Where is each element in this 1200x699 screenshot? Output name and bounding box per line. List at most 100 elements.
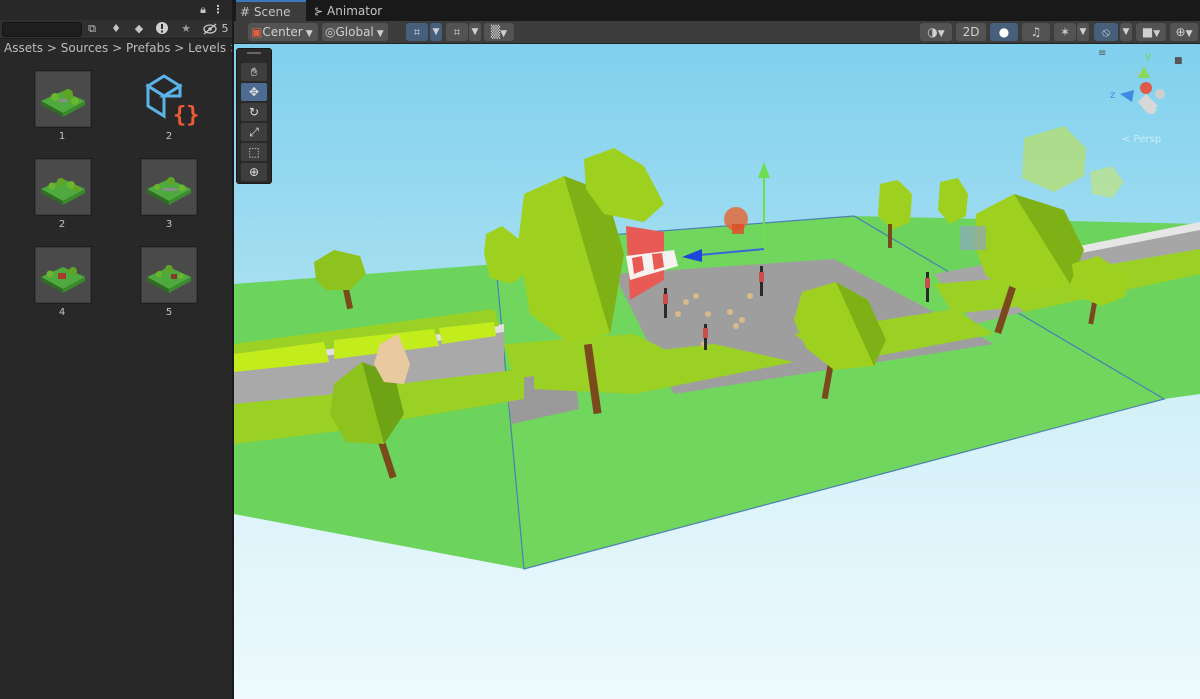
rotate-tool-button[interactable]: ↻ (241, 103, 267, 121)
breadcrumb-item[interactable]: Sources (61, 41, 108, 55)
chevron-down-icon: ▼ (1185, 29, 1193, 39)
increment-snap-menu[interactable]: ▼ (469, 23, 481, 41)
search-input[interactable] (2, 22, 82, 37)
space-label: Global (335, 25, 374, 39)
asset-label: 5 (165, 307, 173, 318)
chevron-down-icon: ▼ (1153, 29, 1161, 39)
2d-label: 2D (962, 25, 980, 39)
pivot-icon: ▣ (251, 25, 263, 39)
axis-z-label: z (1110, 90, 1116, 101)
animator-icon: ⊱ (314, 5, 324, 18)
grid-visibility-dropdown[interactable]: ▒▼ (484, 23, 514, 41)
rotate-icon: ↻ (248, 105, 260, 119)
effects-menu[interactable]: ▼ (1077, 23, 1089, 41)
globe-icon: ◎ (325, 25, 336, 39)
pivot-dropdown[interactable]: ▣Center ▼ (248, 23, 318, 41)
level-prefab-thumbnail[interactable] (140, 158, 198, 216)
chevron-down-icon: ▼ (471, 27, 479, 37)
chevron-down-icon: ▼ (376, 29, 384, 39)
effects-toggle[interactable]: ✶ (1054, 23, 1076, 41)
kebab-menu-icon[interactable]: ⋮ (212, 3, 224, 17)
pivot-label: Center (262, 25, 303, 39)
breadcrumb-separator: > (112, 41, 126, 55)
hand-icon: ✋︎ (250, 65, 258, 79)
rect-tool-button[interactable]: ⬚ (241, 143, 267, 161)
level-prefab-thumbnail[interactable] (34, 158, 92, 216)
snap-grid-icon: ⌗ (453, 25, 461, 39)
filter-by-type-icon[interactable]: ♦ (108, 22, 124, 36)
shaded-sphere-icon: ◑ (927, 25, 938, 39)
asset-label: 3 (165, 219, 173, 230)
light-bulb-icon: ● (998, 25, 1010, 39)
breadcrumb: Assets > Sources > Prefabs > Levels > L (0, 39, 232, 57)
rect-icon: ⬚ (248, 145, 260, 159)
project-panel-header: 🔒︎ ⋮ (0, 0, 232, 20)
project-panel: 🔒︎ ⋮ ⧉ ♦ ◆ ★ 5 Assets > Sources > Prefab… (0, 0, 232, 699)
warning-icon[interactable] (154, 21, 170, 39)
asset-label: 2 (58, 219, 66, 230)
space-dropdown[interactable]: ◎Global ▼ (322, 23, 388, 41)
breadcrumb-item[interactable]: Levels (188, 41, 226, 55)
2d-toggle[interactable]: 2D (956, 23, 986, 41)
scene-render (234, 44, 1200, 699)
axis-y-label: y (1145, 51, 1151, 62)
svg-text:{}: {} (173, 103, 198, 128)
tab-label: Scene (253, 5, 291, 19)
breadcrumb-item[interactable]: Prefabs (126, 41, 171, 55)
gizmo-menu-icon[interactable]: ≡ (1098, 48, 1106, 59)
chevron-down-icon: ▼ (305, 29, 313, 39)
hand-tool-button[interactable]: ✋︎ (241, 63, 267, 81)
projection-label[interactable]: < Persp (1122, 134, 1161, 145)
hidden-eye-icon[interactable] (202, 22, 218, 40)
chevron-down-icon: ▼ (1122, 27, 1130, 37)
scale-tool-button[interactable]: ⤢ (241, 123, 267, 141)
chevron-down-icon: ▼ (500, 29, 508, 39)
lock-icon[interactable]: 🔒︎ (196, 3, 210, 17)
gizmos-dropdown[interactable]: ⊕▼ (1170, 23, 1198, 41)
move-tool-button[interactable]: ✥ (241, 83, 267, 101)
hidden-count: 5 (221, 22, 229, 35)
draw-mode-dropdown[interactable]: ◑▼ (920, 23, 952, 41)
breadcrumb-item[interactable]: Assets (4, 41, 43, 55)
scene-visibility-toggle[interactable]: ⦸ (1094, 23, 1118, 41)
lighting-toggle[interactable]: ● (990, 23, 1018, 41)
tools-overlay: ✋︎ ✥ ↻ ⤢ ⬚ ⊕ (236, 48, 272, 184)
grid-visibility-icon: ▒ (490, 25, 501, 39)
grid-snap-icon: ⌗ (413, 25, 421, 39)
hidden-eye-icon: ⦸ (1102, 25, 1110, 39)
script-asset-icon[interactable]: {} (140, 70, 200, 128)
favorite-star-icon[interactable]: ★ (178, 22, 194, 36)
project-search-row: ⧉ ♦ ◆ ★ 5 (0, 20, 232, 39)
asset-label: 4 (58, 307, 66, 318)
scene-toolbar: ▣Center ▼ ◎Global ▼ ⌗ ▼ ⌗ ▼ ▒▼ ◑▼ 2D ● ♫ ✶… (234, 21, 1200, 44)
effects-icon: ✶ (1059, 25, 1071, 39)
gizmo-lock-icon[interactable]: ■ (1174, 56, 1183, 66)
tab-animator[interactable]: ⊱ Animator (310, 1, 394, 21)
level-prefab-thumbnail[interactable] (34, 246, 92, 304)
overlay-drag-handle[interactable] (247, 52, 261, 54)
create-icon[interactable]: ⧉ (84, 22, 100, 36)
level-prefab-thumbnail[interactable] (34, 70, 92, 128)
gizmos-globe-icon: ⊕ (1175, 25, 1186, 39)
label-icon[interactable]: ◆ (131, 22, 147, 36)
chevron-down-icon: ▼ (937, 29, 945, 39)
chevron-down-icon: ▼ (432, 27, 440, 37)
breadcrumb-separator: > (174, 41, 189, 55)
scene-viewport[interactable]: y x z < Persp ■ ≡ (234, 44, 1200, 699)
level-prefab-thumbnail[interactable] (140, 246, 198, 304)
move-arrows-icon: ✥ (248, 85, 260, 99)
breadcrumb-separator: > (46, 41, 61, 55)
audio-toggle[interactable]: ♫ (1022, 23, 1050, 41)
scene-visibility-menu[interactable]: ▼ (1120, 23, 1132, 41)
grid-snapping-menu[interactable]: ▼ (430, 23, 442, 41)
transform-tool-button[interactable]: ⊕ (241, 163, 267, 181)
camera-icon: ■ (1141, 25, 1154, 39)
grid-snapping-toggle[interactable]: ⌗ (406, 23, 428, 41)
transform-icon: ⊕ (248, 165, 260, 179)
camera-dropdown[interactable]: ■▼ (1136, 23, 1166, 41)
tab-bar: # Scene ⊱ Animator (234, 0, 1200, 22)
tab-scene[interactable]: # Scene (236, 0, 306, 22)
increment-snap-toggle[interactable]: ⌗ (446, 23, 468, 41)
grid-icon: # (240, 5, 251, 19)
chevron-down-icon: ▼ (1079, 27, 1087, 37)
